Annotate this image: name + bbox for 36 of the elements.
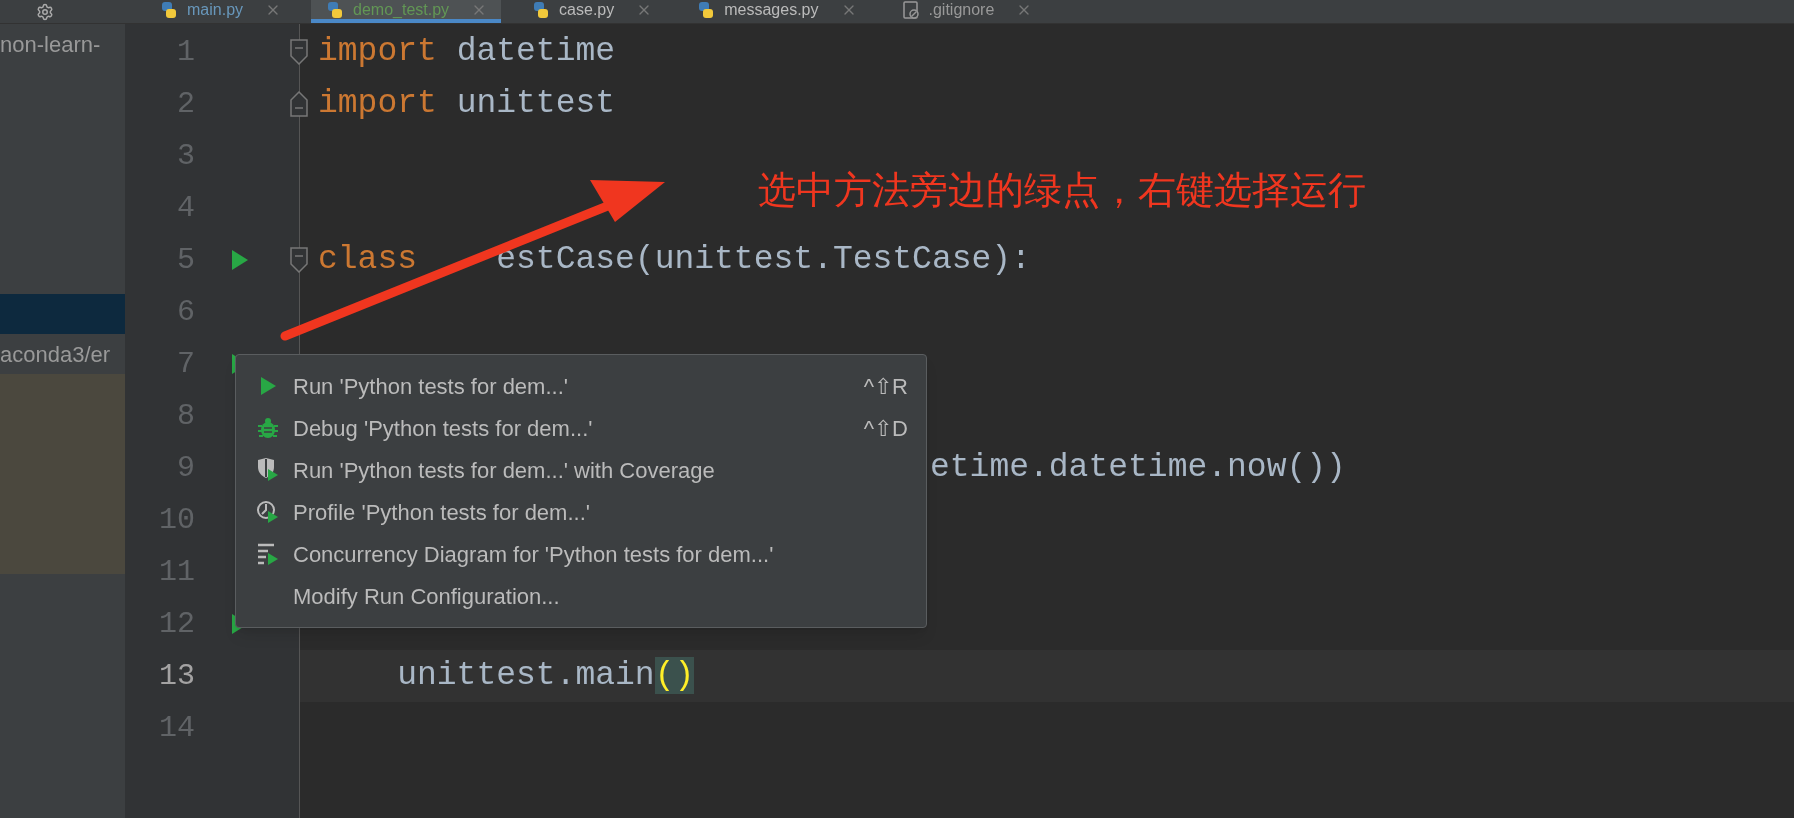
fold-icon[interactable] [290, 39, 308, 65]
annotation-text: 选中方法旁边的绿点，右键选择运行 [758, 167, 1366, 214]
code-line: unittest.main() [396, 656, 695, 697]
tree-item[interactable]: non-learn- [0, 24, 125, 64]
menu-item[interactable]: Debug 'Python tests for dem...' ^⇧D [236, 407, 926, 449]
menu-item[interactable]: Run 'Python tests for dem...' ^⇧R [236, 365, 926, 407]
menu-item[interactable]: Concurrency Diagram for 'Python tests for dem...' [236, 533, 926, 575]
tab-label: .gitignore [928, 0, 995, 20]
tab-label: demo_test.py [353, 0, 450, 20]
line-number: 13 [158, 657, 195, 695]
shortcut-text: ^⇧D [863, 414, 909, 443]
code-line: class estCase(unittest.TestCase): [318, 240, 1031, 281]
menu-item[interactable]: Run 'Python tests for dem...' with Coverage [236, 449, 926, 491]
file-tab[interactable]: .gitignore [886, 0, 1047, 23]
fold-icon[interactable] [290, 247, 308, 273]
python-file-icon [159, 0, 179, 20]
menu-item[interactable]: Profile 'Python tests for dem...' [236, 491, 926, 533]
shield-run-icon [255, 457, 280, 483]
tab-label: messages.py [724, 0, 819, 20]
code-line: etime.datetime.now()) [930, 448, 1346, 489]
tab-label: main.py [187, 0, 244, 20]
file-tab[interactable]: main.py [145, 0, 296, 23]
tree-item[interactable]: aconda3/er [0, 334, 125, 374]
code-line: import datetime [318, 32, 616, 73]
tab-label: case.py [559, 0, 615, 20]
file-tab[interactable]: messages.py [682, 0, 871, 23]
settings-icon[interactable] [36, 2, 54, 21]
code-line: import unittest [318, 84, 616, 125]
fold-icon[interactable] [290, 91, 308, 117]
lines-run-icon [255, 541, 280, 567]
file-tab[interactable]: case.py [517, 0, 667, 23]
run-icon[interactable] [231, 249, 249, 271]
clock-run-icon [255, 499, 280, 525]
bug-icon [255, 416, 280, 440]
menu-item[interactable]: Modify Run Configuration... [236, 575, 926, 617]
shortcut-text: ^⇧R [863, 372, 909, 401]
